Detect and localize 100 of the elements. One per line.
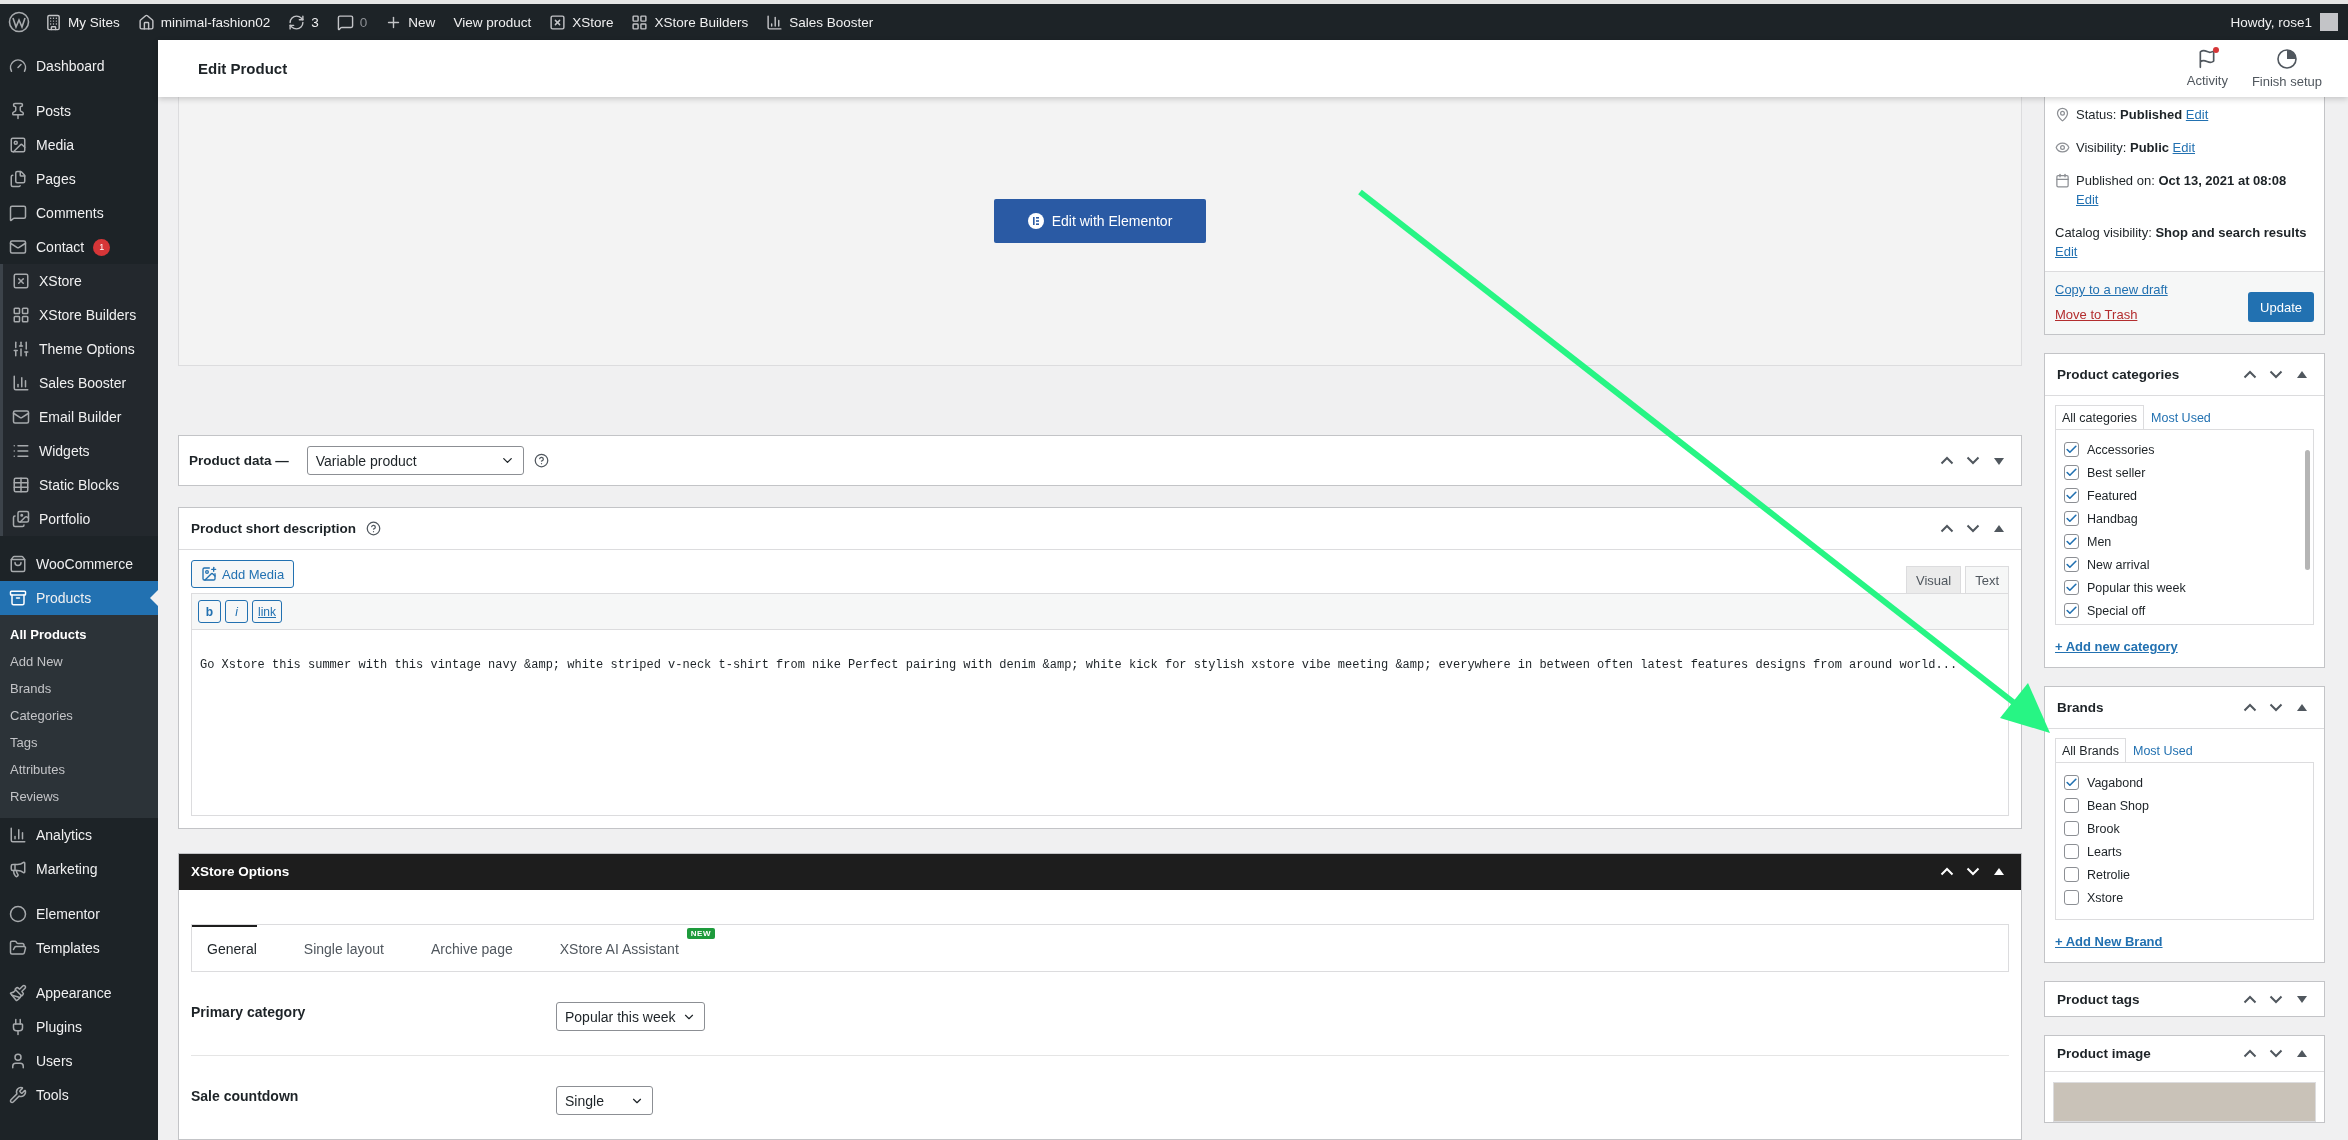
- edit-with-elementor-button[interactable]: Edit with Elementor: [993, 199, 1207, 243]
- copy-draft-link[interactable]: Copy to a new draft: [2055, 282, 2168, 297]
- checkbox-label: Xstore: [2087, 890, 2124, 905]
- scrollbar[interactable]: [2305, 450, 2310, 570]
- panel-title: Brands: [2057, 700, 2104, 715]
- sidebar-item[interactable]: Comments: [0, 196, 158, 230]
- toolbar-link[interactable]: 3: [279, 4, 328, 40]
- toolbar-link[interactable]: New: [376, 4, 445, 40]
- toolbar-link[interactable]: minimal-fashion02: [128, 4, 280, 40]
- sidebar-item[interactable]: Templates: [0, 931, 158, 965]
- checkbox-label: Accessories: [2087, 442, 2155, 457]
- checkmark-icon: [2065, 604, 2078, 617]
- account-link[interactable]: Howdy, rose1: [2230, 13, 2338, 31]
- checkbox[interactable]: [2064, 821, 2079, 836]
- sidebar-item[interactable]: Pages: [0, 162, 158, 196]
- header-action[interactable]: Finish setup: [2239, 48, 2334, 89]
- submenu-item[interactable]: Brands: [0, 675, 158, 702]
- format-button[interactable]: i: [225, 600, 248, 623]
- sidebar-item[interactable]: Marketing: [0, 852, 158, 886]
- edit-link[interactable]: Edit: [2185, 107, 2209, 122]
- sidebar-item[interactable]: Posts: [0, 94, 158, 128]
- sidebar-item[interactable]: Tools: [0, 1078, 158, 1112]
- sidebar-item[interactable]: Analytics: [0, 818, 158, 852]
- toolbar-link[interactable]: XStore Builders: [622, 4, 758, 40]
- x-square-icon: [12, 272, 30, 290]
- add-link[interactable]: + Add new category: [2055, 639, 2178, 654]
- product-type-select[interactable]: Variable product: [306, 446, 524, 475]
- format-button[interactable]: link: [252, 600, 282, 623]
- sidebar-item[interactable]: WooCommerce: [0, 547, 158, 581]
- chevron-up-icon: [2243, 994, 2257, 1004]
- tab[interactable]: All categories: [2055, 405, 2145, 430]
- toolbar-link[interactable]: Sales Booster: [757, 4, 883, 40]
- update-button[interactable]: Update: [2248, 292, 2314, 322]
- tab[interactable]: All Brands: [2055, 738, 2126, 763]
- tab[interactable]: General: [192, 925, 257, 971]
- sidebar-item[interactable]: Theme Options: [3, 332, 158, 366]
- tab[interactable]: Archive page: [416, 925, 513, 971]
- chevron-up-icon: [1940, 456, 1954, 465]
- editor-tab[interactable]: Visual: [1905, 566, 1962, 593]
- sidebar-item[interactable]: Email Builder: [3, 400, 158, 434]
- sidebar-item[interactable]: Plugins: [0, 1010, 158, 1044]
- edit-link[interactable]: Edit: [2055, 244, 2078, 259]
- edit-link[interactable]: Edit: [2172, 140, 2195, 155]
- sidebar-item[interactable]: XStore: [3, 264, 158, 298]
- checkbox[interactable]: [2064, 534, 2079, 549]
- tab[interactable]: Single layout: [288, 925, 384, 971]
- tab[interactable]: XStore AI Assistant: [544, 925, 679, 971]
- trash-link[interactable]: Move to Trash: [2055, 307, 2168, 322]
- checkbox[interactable]: [2064, 511, 2079, 526]
- checkbox[interactable]: [2064, 465, 2079, 480]
- checkbox[interactable]: [2064, 798, 2079, 813]
- dropdown-select[interactable]: Popular this week: [556, 1002, 705, 1031]
- table-icon: [12, 476, 30, 494]
- checkbox[interactable]: [2064, 844, 2079, 859]
- sidebar-item[interactable]: Products: [0, 581, 158, 615]
- sidebar-item[interactable]: Media: [0, 128, 158, 162]
- sidebar-item[interactable]: Sales Booster: [3, 366, 158, 400]
- chevron-down-icon: [1966, 456, 1980, 465]
- add-link[interactable]: + Add New Brand: [2055, 934, 2163, 949]
- chevron-up-icon: [2243, 370, 2257, 379]
- checkbox[interactable]: [2064, 890, 2079, 905]
- submenu-item[interactable]: Reviews: [0, 783, 158, 810]
- submenu-item[interactable]: All Products: [0, 621, 158, 648]
- header-action[interactable]: Activity: [2174, 49, 2240, 88]
- checkbox[interactable]: [2064, 580, 2079, 595]
- submenu-item[interactable]: Tags: [0, 729, 158, 756]
- toolbar-link[interactable]: View product: [444, 4, 541, 40]
- sidebar-item[interactable]: Appearance: [0, 976, 158, 1010]
- toolbar-link[interactable]: 0: [327, 4, 377, 40]
- sidebar-item[interactable]: Users: [0, 1044, 158, 1078]
- sidebar-item[interactable]: Widgets: [3, 434, 158, 468]
- help-icon[interactable]: [533, 453, 549, 468]
- sidebar-item[interactable]: Portfolio: [3, 502, 158, 536]
- add-media-button[interactable]: Add Media: [191, 560, 295, 588]
- sidebar-item[interactable]: Dashboard: [0, 49, 158, 83]
- tab[interactable]: Most Used: [2126, 738, 2200, 763]
- submenu-item[interactable]: Categories: [0, 702, 158, 729]
- edit-link[interactable]: Edit: [2076, 192, 2099, 207]
- sidebar-item[interactable]: Contact 1: [0, 230, 158, 264]
- editor-tab[interactable]: Text: [1965, 566, 2009, 593]
- user-icon: [9, 1052, 27, 1070]
- checkbox[interactable]: [2064, 603, 2079, 618]
- toolbar-link[interactable]: XStore: [540, 4, 623, 40]
- format-button[interactable]: b: [198, 600, 221, 623]
- toolbar-link[interactable]: My Sites: [36, 4, 129, 40]
- checkbox[interactable]: [2064, 557, 2079, 572]
- checkbox[interactable]: [2064, 775, 2079, 790]
- sidebar-item[interactable]: Elementor: [0, 897, 158, 931]
- checkbox[interactable]: [2064, 488, 2079, 503]
- submenu-item[interactable]: Attributes: [0, 756, 158, 783]
- sidebar-item[interactable]: XStore Builders: [3, 298, 158, 332]
- submenu-item[interactable]: Add New: [0, 648, 158, 675]
- sidebar-item[interactable]: Static Blocks: [3, 468, 158, 502]
- checkbox[interactable]: [2064, 867, 2079, 882]
- help-icon[interactable]: [366, 521, 381, 536]
- checkbox[interactable]: [2064, 442, 2079, 457]
- dropdown-select[interactable]: Single: [556, 1086, 653, 1115]
- logo-icon[interactable]: [8, 11, 30, 33]
- tab[interactable]: Most Used: [2144, 405, 2218, 430]
- checkbox-label: Men: [2087, 534, 2112, 549]
